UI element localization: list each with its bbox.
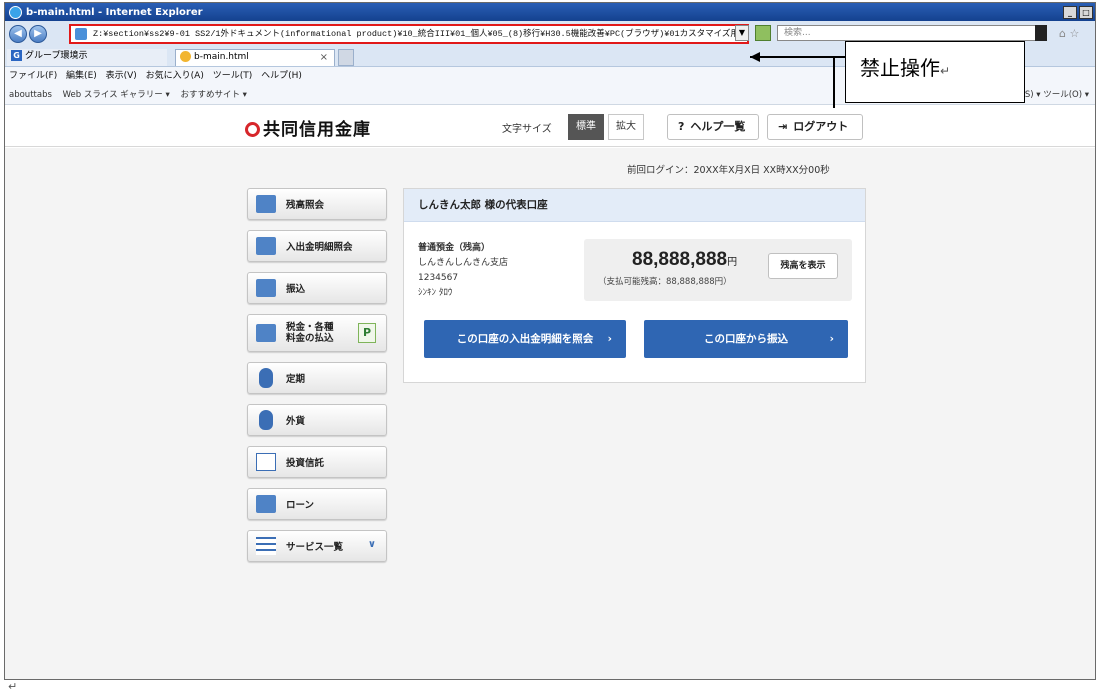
refresh-icon[interactable] <box>755 25 771 41</box>
bank-header: 共同信用金庫 文字サイズ 標準 拡大 ? ヘルプ一覧 ⇥ ログアウト <box>5 105 1095 147</box>
balance-box: 88,888,888円 （支払可能残高：88,888,888円） 残高を表示 <box>584 239 852 301</box>
account-holder: ｼﾝｷﾝ ﾀﾛｳ <box>418 288 453 298</box>
transfer-icon <box>256 279 276 297</box>
sidebar-item-balance[interactable]: 残高照会 <box>247 188 387 220</box>
account-number: 1234567 <box>418 273 459 283</box>
main-content: 前回ログイン：20XX年X月X日 XX時XX分00秒 残高照会 入出金明細照会 … <box>5 148 1095 679</box>
sidebar: 残高照会 入出金明細照会 振込 税金・各種料金の払込 P 定期 外貨 投資信託 <box>247 188 387 572</box>
chevron-right-icon: › <box>829 333 834 345</box>
show-balance-button[interactable]: 残高を表示 <box>768 253 838 279</box>
sidebar-item-transfer[interactable]: 振込 <box>247 272 387 304</box>
bank-logo-icon <box>245 122 260 137</box>
annotation-callout: 禁止操作↵ <box>845 41 1025 103</box>
account-panel: しんきん太郎 様の代表口座 普通預金（残高） しんきんしんきん支店 123456… <box>403 188 866 383</box>
chevron-down-icon: ∨ <box>367 539 376 550</box>
available-balance: （支払可能残高：88,888,888円） <box>598 277 732 287</box>
sidebar-item-services[interactable]: サービス一覧 ∨ <box>247 530 387 562</box>
sidebar-item-statement[interactable]: 入出金明細照会 <box>247 230 387 262</box>
address-dropdown-button[interactable]: ▼ <box>735 25 749 41</box>
bank-logo: 共同信用金庫 <box>245 115 371 140</box>
bag-icon <box>259 368 273 388</box>
font-size-large-button[interactable]: 拡大 <box>608 114 644 140</box>
pay-easy-icon: P <box>358 323 376 343</box>
sidebar-item-time-deposit[interactable]: 定期 <box>247 362 387 394</box>
balance-amount: 88,888,888円 <box>632 249 738 270</box>
title-bar: b-main.html - Internet Explorer _ □ <box>5 3 1095 21</box>
help-icon: ? <box>678 120 685 133</box>
url-text: Z:¥section¥ss2¥9-01 SS2/1外ドキュメント(informa… <box>93 29 749 39</box>
tab-b-main[interactable]: b-main.html × <box>175 49 335 66</box>
account-panel-title: しんきん太郎 様の代表口座 <box>404 189 865 222</box>
minimize-button[interactable]: _ <box>1063 5 1077 19</box>
statement-icon <box>256 237 276 255</box>
chart-icon <box>256 453 276 471</box>
font-size-label: 文字サイズ <box>502 124 552 135</box>
home-star-icons[interactable]: ⌂ ☆ <box>1059 27 1079 40</box>
font-size-standard-button[interactable]: 標準 <box>568 114 604 140</box>
close-tab-icon[interactable]: × <box>320 50 328 65</box>
browser-window: b-main.html - Internet Explorer _ □ ◀ ▶ … <box>4 2 1096 680</box>
account-type: 普通預金（残高） <box>418 243 491 253</box>
back-button[interactable]: ◀ <box>9 25 27 43</box>
loan-icon <box>256 495 276 513</box>
statement-inquiry-button[interactable]: この口座の入出金明細を照会 › <box>424 320 626 358</box>
window-title: b-main.html - Internet Explorer <box>26 6 203 18</box>
paragraph-mark: ↵ <box>8 680 18 693</box>
balance-icon <box>256 195 276 213</box>
sidebar-item-foreign-currency[interactable]: 外貨 <box>247 404 387 436</box>
search-input[interactable]: 検索... <box>777 25 1047 41</box>
callout-arrow-line <box>750 56 845 58</box>
logout-button[interactable]: ⇥ ログアウト <box>767 114 863 140</box>
sidebar-item-tax[interactable]: 税金・各種 料金の払込 P <box>247 314 387 352</box>
callout-leader-line <box>833 58 835 108</box>
favorite-web-slice[interactable]: Web スライス ギャラリー ▾ <box>63 90 170 100</box>
page-icon <box>75 28 87 40</box>
chevron-right-icon: › <box>607 333 612 345</box>
tab-group[interactable]: G グループ環境示 <box>7 49 167 66</box>
callout-arrow-head <box>750 52 760 62</box>
forward-button[interactable]: ▶ <box>29 25 47 43</box>
account-branch: しんきんしんきん支店 <box>418 258 509 268</box>
search-dropdown-button[interactable] <box>1035 25 1047 41</box>
ie-page-icon <box>180 51 191 62</box>
maximize-button[interactable]: □ <box>1079 5 1093 19</box>
google-icon: G <box>11 50 22 61</box>
account-info: 普通預金（残高） しんきんしんきん支店 1234567 ｼﾝｷﾝ ﾀﾛｳ <box>418 241 508 301</box>
favorite-abouttabs[interactable]: abouttabs <box>9 90 52 100</box>
logout-icon: ⇥ <box>778 120 788 133</box>
tax-icon <box>256 324 276 342</box>
last-login: 前回ログイン：20XX年X月X日 XX時XX分00秒 <box>627 165 830 176</box>
address-bar[interactable]: Z:¥section¥ss2¥9-01 SS2/1外ドキュメント(informa… <box>69 24 749 44</box>
sidebar-item-investment[interactable]: 投資信託 <box>247 446 387 478</box>
list-icon <box>256 537 276 555</box>
favorite-suggested-sites[interactable]: おすすめサイト ▾ <box>180 90 246 100</box>
help-button[interactable]: ? ヘルプ一覧 <box>667 114 759 140</box>
ie-logo-icon <box>9 5 22 19</box>
bag-icon <box>259 410 273 430</box>
sidebar-item-loan[interactable]: ローン <box>247 488 387 520</box>
transfer-from-account-button[interactable]: この口座から振込 › <box>644 320 848 358</box>
new-tab-button[interactable] <box>338 49 354 66</box>
